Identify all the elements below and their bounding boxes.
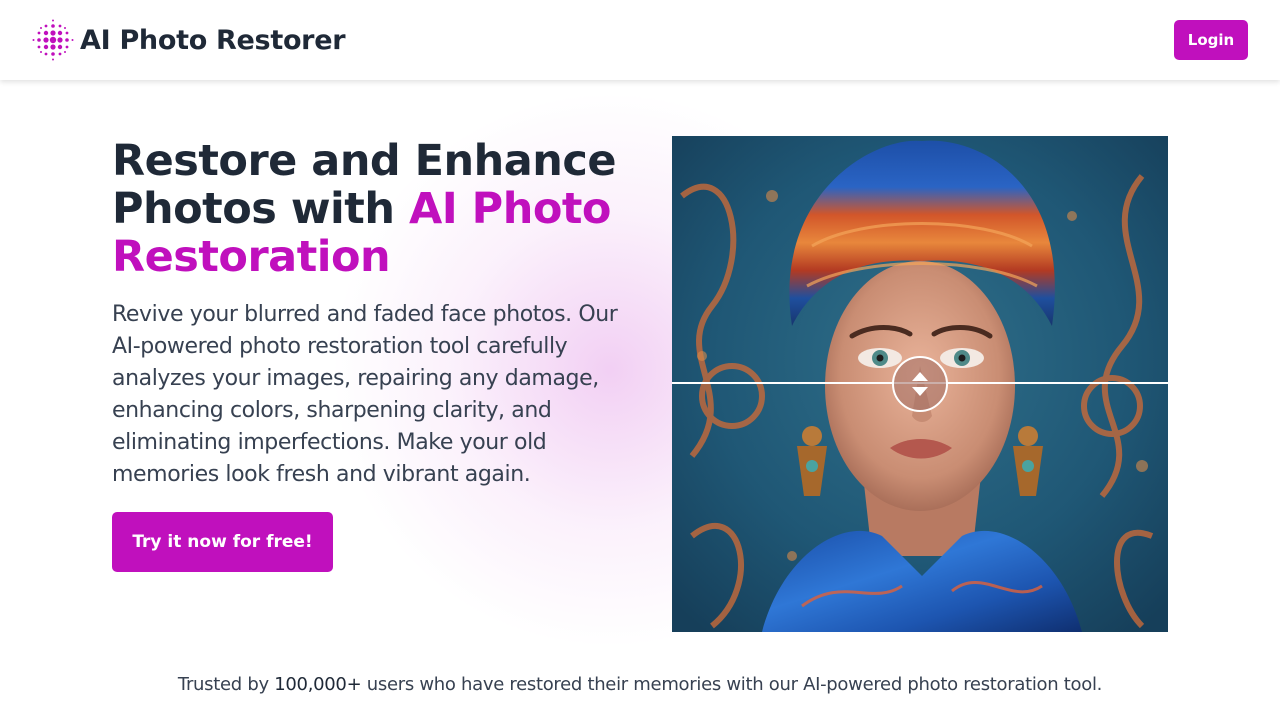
up-down-arrows-icon xyxy=(912,372,928,396)
trusted-count: 100,000+ xyxy=(274,674,362,695)
comparison-slider-handle[interactable] xyxy=(892,356,948,412)
brand-name: AI Photo Restorer xyxy=(80,24,346,56)
trusted-suffix: users who have restored their memories w… xyxy=(361,674,1103,695)
hero-title-line2: Photos with xyxy=(112,184,409,234)
hero-title: Restore and Enhance Photos with AI Photo… xyxy=(112,137,632,281)
site-header: AI Photo Restorer Login xyxy=(0,0,1280,80)
trusted-prefix: Trusted by xyxy=(177,674,275,695)
hero-title-accent: AI Photo xyxy=(408,184,612,234)
login-button[interactable]: Login xyxy=(1174,20,1248,60)
trusted-statement: Trusted by 100,000+ users who have resto… xyxy=(0,674,1280,695)
try-free-button[interactable]: Try it now for free! xyxy=(112,512,333,572)
dotted-circle-logo-icon xyxy=(32,19,74,61)
hero-title-line1: Restore and Enhance xyxy=(112,136,617,186)
hero-title-accent-2: Restoration xyxy=(112,232,391,282)
hero-description: Revive your blurred and faded face photo… xyxy=(112,302,618,487)
before-after-comparison[interactable] xyxy=(672,136,1168,632)
brand[interactable]: AI Photo Restorer xyxy=(32,19,346,61)
